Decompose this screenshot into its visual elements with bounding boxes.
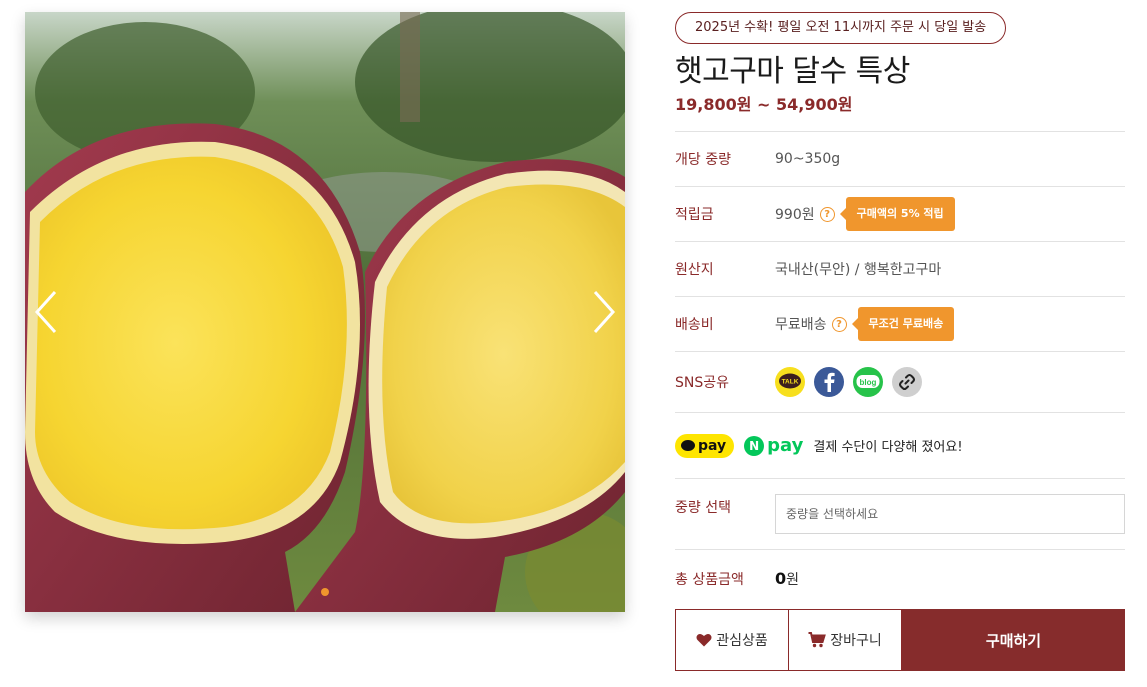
chevron-left-icon (34, 290, 57, 334)
wishlist-button-label: 관심상품 (716, 633, 768, 649)
spec-row-sns: SNS공유 TALK blog (675, 352, 1125, 413)
product-title: 햇고구마 달수 특상 (675, 54, 910, 89)
spec-label: 개당 중량 (675, 152, 731, 168)
heart-icon (696, 633, 712, 647)
facebook-share-icon[interactable] (814, 367, 844, 397)
spec-value: 90~350g (775, 151, 841, 167)
weight-select[interactable]: 중량을 선택하세요 (775, 494, 1125, 534)
blog-icon-label: blog (860, 378, 877, 387)
spec-value: 국내산(무안) / 행복한고구마 (775, 262, 942, 278)
kakaotalk-share-icon[interactable]: TALK (775, 367, 805, 397)
payment-methods-row: pay N pay 결제 수단이 다양해 졌어요! (675, 413, 1125, 479)
kakaopay-label: pay (698, 437, 727, 454)
spec-value-wrap: 990원 ? 구매액의 5% 적립 (775, 197, 955, 231)
buy-now-button[interactable]: 구매하기 (902, 609, 1125, 671)
help-icon[interactable]: ? (819, 206, 835, 222)
spec-label: 적립금 (675, 207, 714, 223)
harvest-notice-badge: 2025년 수확! 평일 오전 11시까지 주문 시 당일 발송 (675, 12, 1007, 44)
points-tooltip: 구매액의 5% 적립 (839, 197, 955, 231)
copy-link-icon[interactable] (892, 367, 922, 397)
cart-button-label: 장바구니 (830, 633, 882, 649)
help-icon[interactable]: ? (831, 316, 847, 332)
shipping-tooltip: 무조건 무료배송 (851, 307, 955, 341)
total-amount-wrap: 0원 (775, 569, 799, 589)
naverpay-n-icon: N (744, 435, 765, 456)
cart-icon (808, 632, 827, 648)
naver-blog-share-icon[interactable]: blog (853, 367, 883, 397)
blog-badge-icon: blog (856, 375, 880, 388)
previous-slide-arrow[interactable] (29, 288, 65, 336)
slide-dot-active[interactable] (321, 588, 329, 596)
naverpay-label: pay (767, 435, 804, 456)
spec-value: 990원 (775, 207, 815, 223)
sns-share-buttons: TALK blog (775, 367, 922, 397)
chevron-right-icon (593, 290, 616, 334)
chain-link-icon (899, 374, 915, 390)
product-info-panel: 2025년 수확! 평일 오전 11시까지 주문 시 당일 발송 햇고구마 달수… (675, 12, 1125, 671)
product-image-gallery (25, 12, 625, 612)
option-label: 중량 선택 (675, 500, 731, 516)
kakaotalk-bubble-icon: TALK (779, 373, 801, 389)
spec-value: 무료배송 (775, 317, 827, 333)
slide-indicator (25, 588, 625, 598)
spec-label: SNS공유 (675, 375, 730, 391)
purchase-actions: 관심상품 장바구니 구매하기 (675, 609, 1125, 671)
facebook-f-icon (824, 372, 835, 392)
total-unit: 원 (786, 572, 800, 588)
kakaopay-badge: pay (675, 433, 735, 458)
spec-row-origin: 원산지 국내산(무안) / 행복한고구마 (675, 242, 1125, 297)
product-price: 19,800원 ~ 54,900원 (675, 95, 853, 114)
spec-value-wrap: 무료배송 ? 무조건 무료배송 (775, 307, 955, 341)
add-to-cart-button[interactable]: 장바구니 (789, 609, 902, 671)
spec-row-points: 적립금 990원 ? 구매액의 5% 적립 (675, 187, 1125, 242)
next-slide-arrow[interactable] (585, 288, 621, 336)
total-label: 총 상품금액 (675, 572, 744, 588)
payment-notice: 결제 수단이 다양해 졌어요! (813, 440, 963, 455)
spec-label: 원산지 (675, 262, 714, 278)
spec-row-weight: 개당 중량 90~350g (675, 132, 1125, 187)
total-amount: 0 (775, 569, 787, 588)
kakaopay-bubble-icon (681, 440, 695, 451)
spec-row-shipping: 배송비 무료배송 ? 무조건 무료배송 (675, 297, 1125, 352)
spec-label: 배송비 (675, 317, 714, 333)
product-photo (25, 12, 625, 612)
product-spec-list: 개당 중량 90~350g 적립금 990원 ? 구매액의 5% 적립 원산지 … (675, 131, 1125, 608)
total-price-row: 총 상품금액 0원 (675, 550, 1125, 608)
option-select-row: 중량 선택 중량을 선택하세요 (675, 479, 1125, 550)
naverpay-badge: N pay (744, 435, 803, 456)
kakaotalk-icon-label: TALK (782, 379, 799, 386)
wishlist-button[interactable]: 관심상품 (675, 609, 789, 671)
